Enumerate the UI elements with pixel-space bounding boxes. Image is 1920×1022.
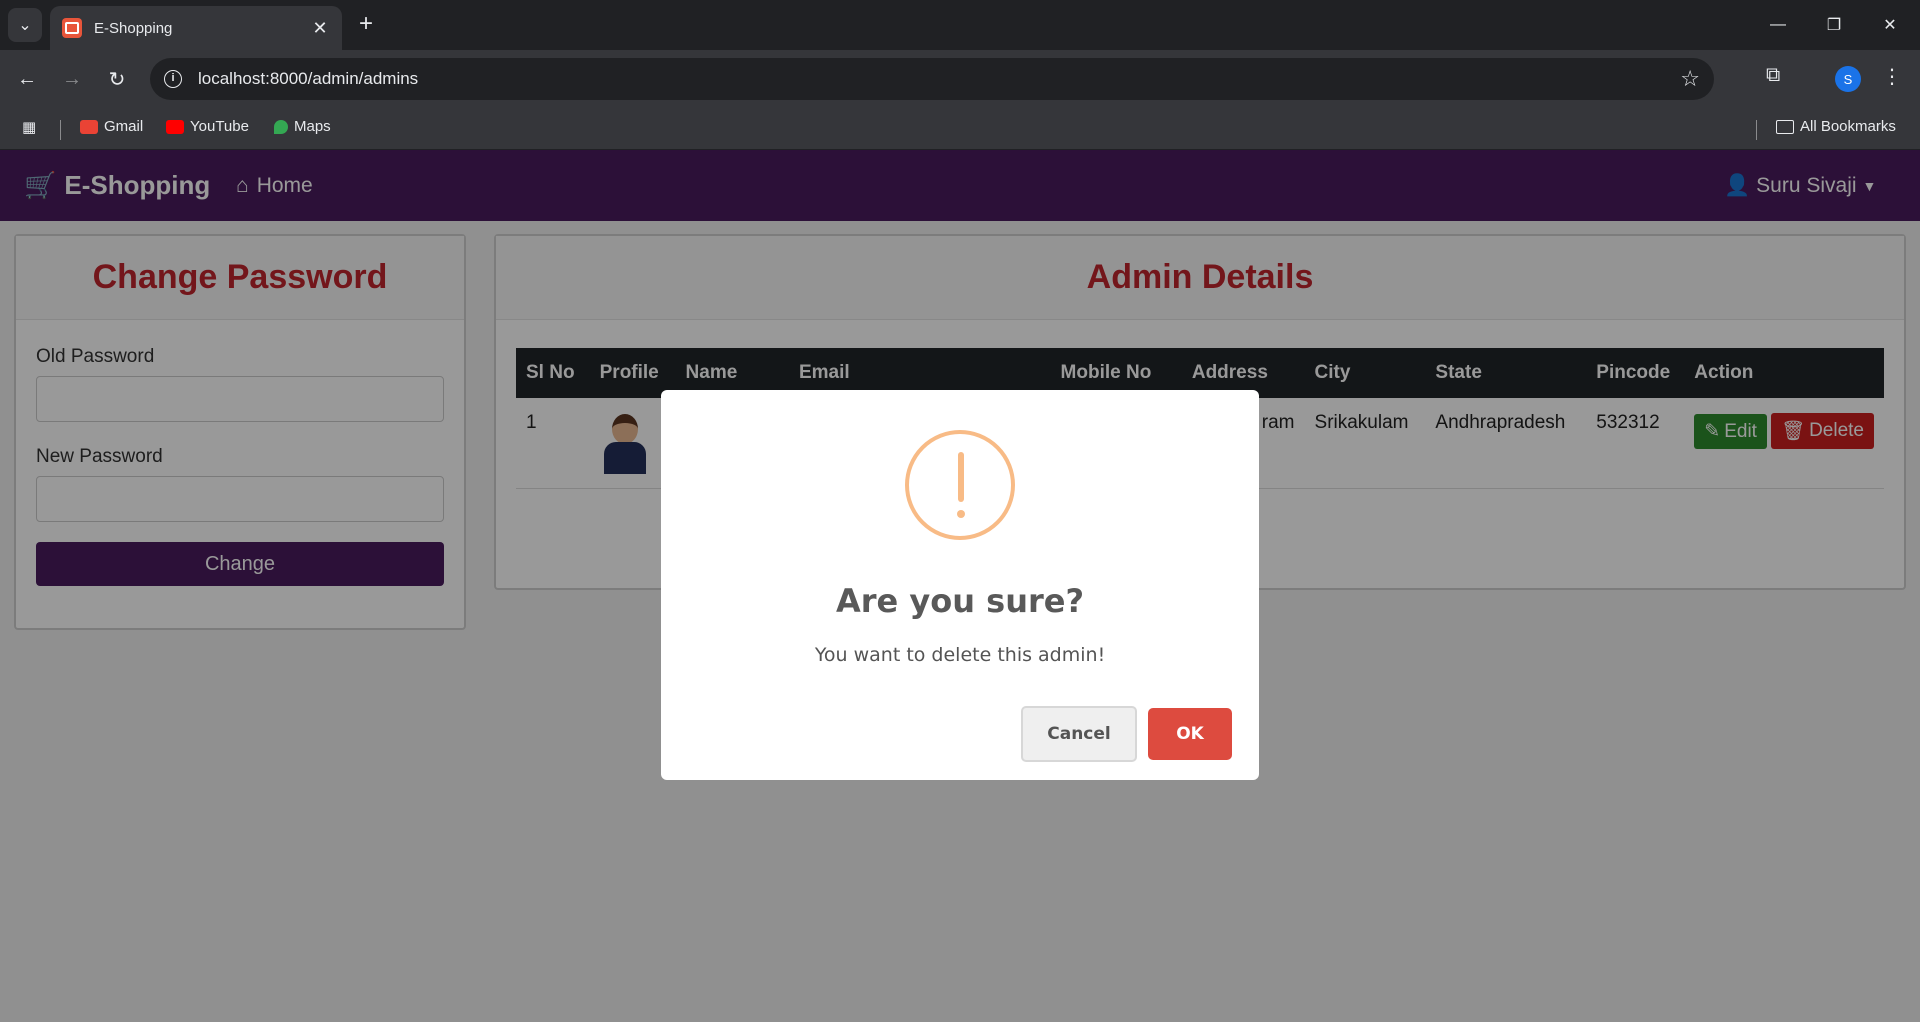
dialog-text: You want to delete this admin! [814,644,1106,666]
bookmark-star-icon[interactable]: ☆ [1680,66,1700,92]
bookmark-label: Maps [294,118,331,135]
divider [60,120,61,140]
warning-icon [905,430,1015,540]
folder-icon [1776,119,1794,134]
bookmark-maps[interactable]: Maps [274,118,331,135]
back-button[interactable]: ← [10,62,44,96]
cancel-button[interactable]: Cancel [1021,706,1137,762]
apps-grid-icon[interactable]: ▦ [22,118,36,136]
close-window-button[interactable]: ✕ [1862,0,1918,50]
youtube-icon [166,119,184,134]
shopping-favicon-icon [62,18,82,38]
forward-button[interactable]: → [55,62,89,96]
divider [1756,120,1757,140]
tab-search-button[interactable]: ⌄ [8,8,42,42]
dialog-title: Are you sure? [835,582,1085,620]
maps-icon [274,119,288,134]
url-text: localhost:8000/admin/admins [198,69,419,88]
bookmarks-bar: ▦ Gmail YouTube Maps All Bookmarks [0,108,1920,150]
restore-button[interactable]: ❐ [1806,0,1862,50]
browser-toolbar: ← → ↻ i localhost:8000/admin/admins ☆ [0,50,1920,108]
minimize-button[interactable]: — [1750,0,1806,50]
chevron-down-icon: ⌄ [18,17,32,34]
address-bar[interactable]: i localhost:8000/admin/admins ☆ [150,58,1714,100]
bookmark-gmail[interactable]: Gmail [80,118,143,135]
all-bookmarks[interactable]: All Bookmarks [1776,118,1896,135]
browser-menu-icon[interactable]: ⋮ [1882,64,1902,89]
bookmark-label: YouTube [190,118,249,135]
profile-avatar[interactable]: S [1835,66,1861,92]
all-bookmarks-label: All Bookmarks [1800,118,1896,135]
browser-tab[interactable]: E-Shopping ✕ [50,6,342,50]
site-info-icon[interactable]: i [164,70,182,88]
close-icon[interactable]: ✕ [310,18,330,39]
gmail-icon [80,119,98,134]
new-tab-button[interactable]: + [352,10,380,38]
browser-tab-bar: ⌄ E-Shopping ✕ + — ❐ ✕ [0,0,1920,50]
extensions-icon[interactable]: ⧉ [1766,64,1790,88]
bookmark-label: Gmail [104,118,144,135]
confirm-dialog: Are you sure? You want to delete this ad… [661,390,1259,780]
reload-button[interactable]: ↻ [100,62,134,96]
bookmark-youtube[interactable]: YouTube [166,118,249,135]
ok-button[interactable]: OK [1148,708,1232,760]
tab-title: E-Shopping [94,19,173,37]
